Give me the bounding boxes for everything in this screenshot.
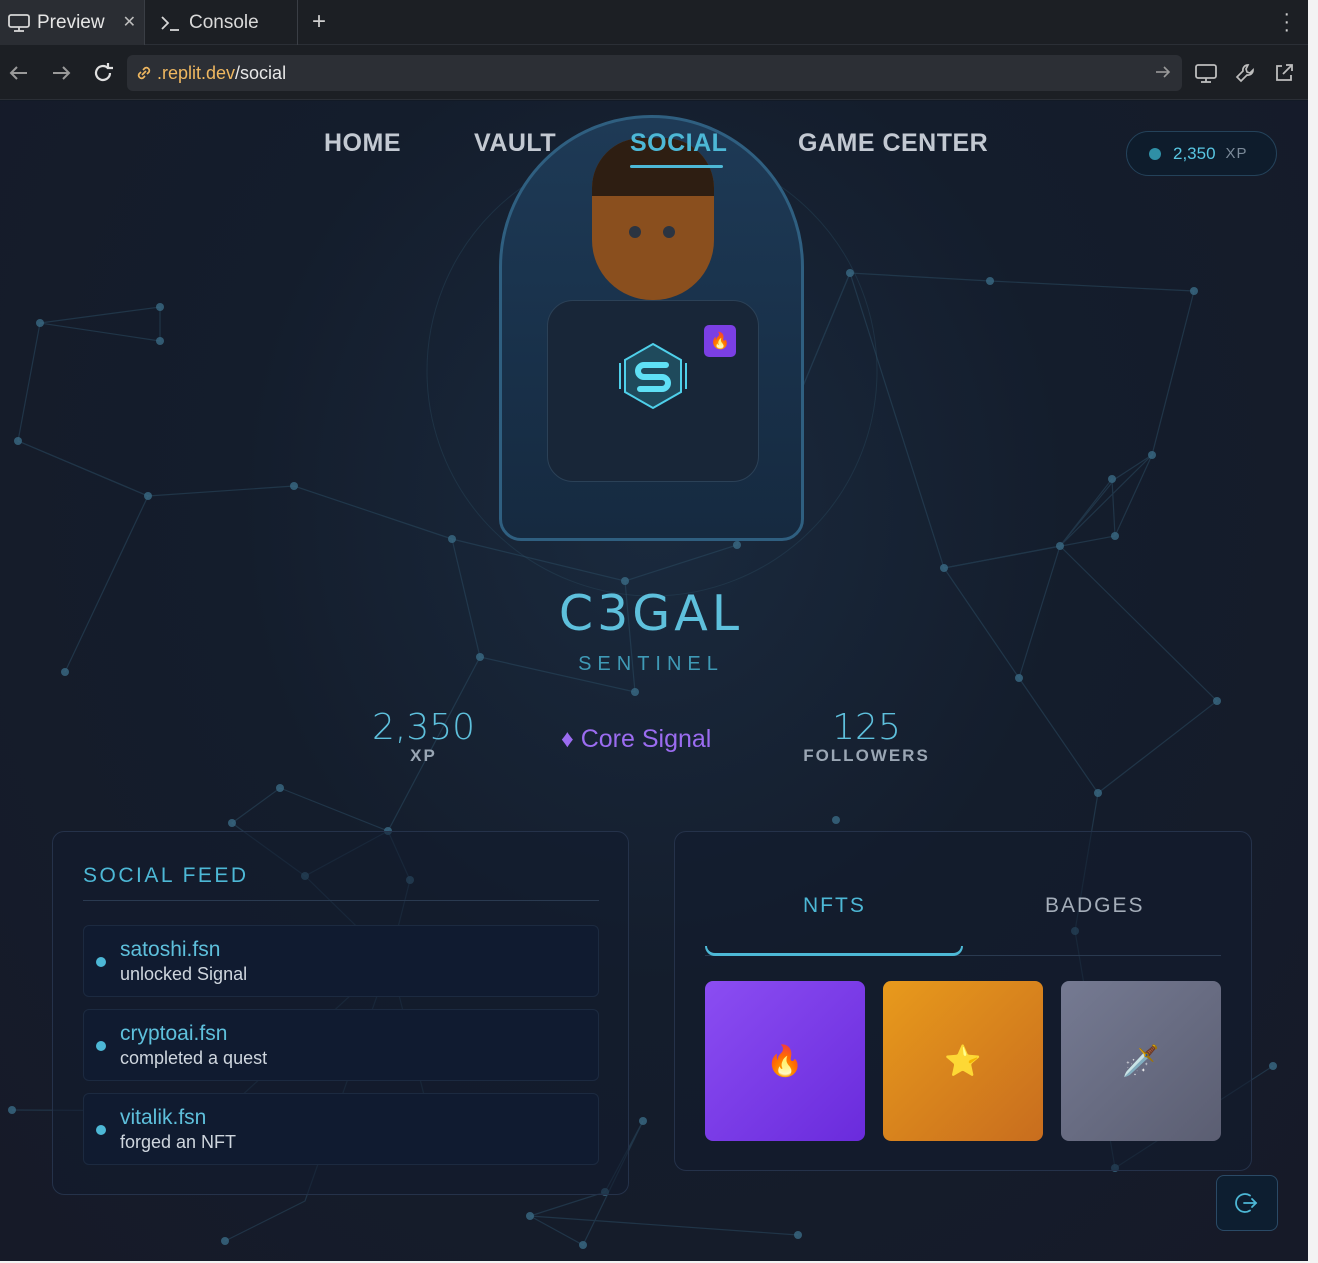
bullet-icon [96,1041,106,1051]
nav-social[interactable]: SOCIAL [630,129,727,158]
terminal-icon [158,13,184,33]
devices-icon[interactable] [1193,60,1219,86]
arrow-left-icon [9,66,27,80]
active-tab-indicator [705,946,963,956]
feed-user[interactable]: vitalik.fsn [120,1106,206,1130]
feed-action: forged an NFT [120,1132,237,1152]
xp-pill-unit: XP [1225,145,1248,162]
wrench-icon[interactable] [1232,60,1258,86]
avatar-eye-left [629,226,641,238]
social-feed-panel: SOCIAL FEED satoshi.fsn unlocked Signal … [52,831,629,1195]
nft-card[interactable]: ⭐ [883,981,1043,1141]
url-host: .replit.dev [157,62,236,83]
logout-icon [1235,1193,1258,1213]
link-icon [135,64,153,82]
nav-game-center[interactable]: GAME CENTER [798,129,988,158]
tab-nfts[interactable]: NFTS [803,894,866,918]
tab-preview-label: Preview [37,11,105,33]
bullet-icon [96,1125,106,1135]
go-arrow-icon[interactable] [1154,64,1172,85]
tab-console-label: Console [189,11,259,33]
followers-stat[interactable]: 125 FOLLOWERS [800,707,933,766]
back-button[interactable] [6,60,32,86]
nft-card[interactable]: 🗡️ [1061,981,1221,1141]
logo-emblem-icon [619,342,687,410]
signal-badge: ♦ Core Signal [561,725,712,753]
browser-tabbar: Preview ✕ Console + · · · [0,0,1308,45]
xp-stat-value: 2,350 [371,707,476,748]
followers-value: 125 [832,707,901,748]
divider [83,900,599,901]
avatar-head [592,138,714,300]
forward-button[interactable] [48,60,74,86]
xp-stat-label: XP [410,746,437,765]
avatar[interactable]: 🔥 [499,115,804,541]
bullet-icon [96,957,106,967]
avatar-eye-right [663,226,675,238]
url-path: /social [235,62,287,83]
more-menu-icon[interactable]: · · · [1283,4,1290,40]
address-bar[interactable]: .replit.dev/social [127,55,1182,91]
xp-pill-value: 2,350 [1173,143,1216,163]
tab-badges[interactable]: BADGES [1045,894,1145,918]
open-external-icon[interactable] [1271,60,1297,86]
feed-action: completed a quest [120,1048,268,1068]
nav-vault[interactable]: VAULT [474,129,556,158]
followers-label: FOLLOWERS [803,746,930,765]
window-edge [1308,0,1318,1263]
dagger-icon: 🗡️ [1122,1044,1160,1078]
nav-active-indicator [630,165,723,168]
avatar-body: 🔥 [547,300,759,482]
fire-icon: 🔥 [766,1044,804,1078]
fire-badge-icon: 🔥 [704,325,736,357]
social-feed-title: SOCIAL FEED [83,864,249,887]
nft-card[interactable]: 🔥 [705,981,865,1141]
browser-navbar: .replit.dev/social [0,45,1308,100]
close-icon[interactable]: ✕ [123,12,136,32]
app-page: HOME VAULT SOCIAL GAME CENTER 2,350 XP 🔥… [0,101,1308,1261]
rank-title: SENTINEL [578,653,724,675]
reload-icon [94,63,113,82]
logout-button[interactable] [1216,1175,1278,1231]
xp-stat: 2,350 XP [366,707,481,766]
arrow-right-icon [53,66,71,80]
tab-console[interactable]: Console [146,0,298,45]
feed-item[interactable]: cryptoai.fsn completed a quest [83,1009,599,1081]
collection-panel: NFTS BADGES 🔥 ⭐ 🗡️ [674,831,1252,1171]
feed-user[interactable]: cryptoai.fsn [120,1022,227,1046]
nav-home[interactable]: HOME [324,129,401,158]
new-tab-button[interactable]: + [312,8,326,36]
username: C3GAL [558,585,744,642]
xp-pill: 2,350 XP [1126,131,1277,176]
reload-button[interactable] [90,60,116,86]
tab-preview[interactable]: Preview ✕ [0,0,145,45]
feed-user[interactable]: satoshi.fsn [120,938,220,962]
status-dot [1149,147,1161,160]
star-icon: ⭐ [944,1044,982,1078]
feed-action: unlocked Signal [120,964,248,984]
monitor-icon [6,13,32,33]
feed-item[interactable]: satoshi.fsn unlocked Signal [83,925,599,997]
feed-item[interactable]: vitalik.fsn forged an NFT [83,1093,599,1165]
